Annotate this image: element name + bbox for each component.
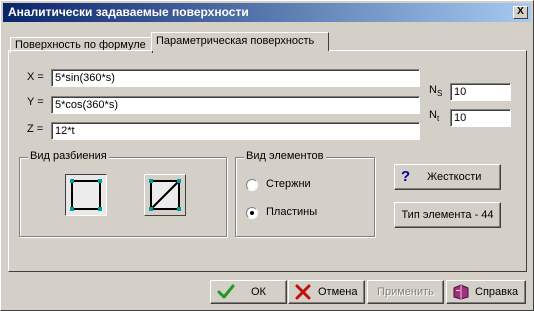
element-type-group: Вид элементов Стержни Пластины (235, 150, 375, 237)
z-label: Z = (27, 123, 44, 135)
nt-label-sub: t (436, 114, 440, 124)
radio-plates-label: Пластины (266, 206, 318, 218)
nt-label: Nt (429, 109, 440, 124)
x-label: X = (27, 71, 44, 83)
help-label: Справка (475, 286, 519, 298)
tab-panel: X = 5*sin(360*s) Y = 5*cos(360*s) Z = 12… (8, 50, 527, 272)
y-label: Y = (27, 96, 44, 108)
split-triangle-button[interactable] (144, 174, 186, 216)
radio-rods[interactable]: Стержни (246, 178, 356, 192)
ns-label: NS (429, 84, 443, 99)
ns-input[interactable]: 10 (450, 83, 511, 101)
y-formula-input[interactable]: 5*cos(360*s) (51, 96, 420, 114)
element-type-button[interactable]: Тип элемента - 44 (394, 202, 501, 228)
z-formula-input[interactable]: 12*t (51, 122, 420, 140)
stiffness-label: Жесткости (427, 171, 482, 183)
tab-parametric-surface[interactable]: Параметрическая поверхность (151, 32, 329, 51)
square-split-icon (70, 179, 102, 211)
dialog-window: Аналитически задаваемые поверхности X По… (0, 0, 534, 311)
cancel-button[interactable]: Отмена (288, 280, 365, 304)
nt-input[interactable]: 10 (450, 109, 511, 127)
radio-plates-indicator[interactable] (246, 207, 258, 219)
title-bar: Аналитически задаваемые поверхности X (3, 3, 531, 22)
tab-parametric-surface-label: Параметрическая поверхность (156, 35, 315, 47)
split-type-group: Вид разбиения (19, 150, 227, 237)
help-question-icon: ? (401, 168, 411, 185)
close-button[interactable]: X (513, 6, 528, 19)
help-book-icon (453, 284, 469, 300)
help-button[interactable]: Справка (446, 280, 526, 304)
stiffness-button[interactable]: ? Жесткости (394, 164, 501, 190)
triangle-split-icon (149, 179, 181, 211)
window-title: Аналитически задаваемые поверхности (8, 5, 249, 19)
x-icon (295, 284, 311, 300)
ok-button[interactable]: ОК (210, 280, 287, 304)
cancel-label: Отмена (318, 286, 358, 298)
ok-label: ОК (251, 286, 266, 298)
apply-button[interactable]: Применить (367, 280, 444, 304)
x-formula-input[interactable]: 5*sin(360*s) (51, 69, 420, 87)
ns-label-sub: S (436, 89, 443, 99)
split-type-title: Вид разбиения (28, 150, 109, 162)
check-icon (217, 284, 235, 299)
radio-plates[interactable]: Пластины (246, 206, 356, 220)
radio-rods-indicator[interactable] (246, 179, 258, 191)
element-type-title: Вид элементов (244, 150, 326, 162)
radio-rods-label: Стержни (266, 178, 311, 190)
split-square-button[interactable] (65, 174, 107, 216)
